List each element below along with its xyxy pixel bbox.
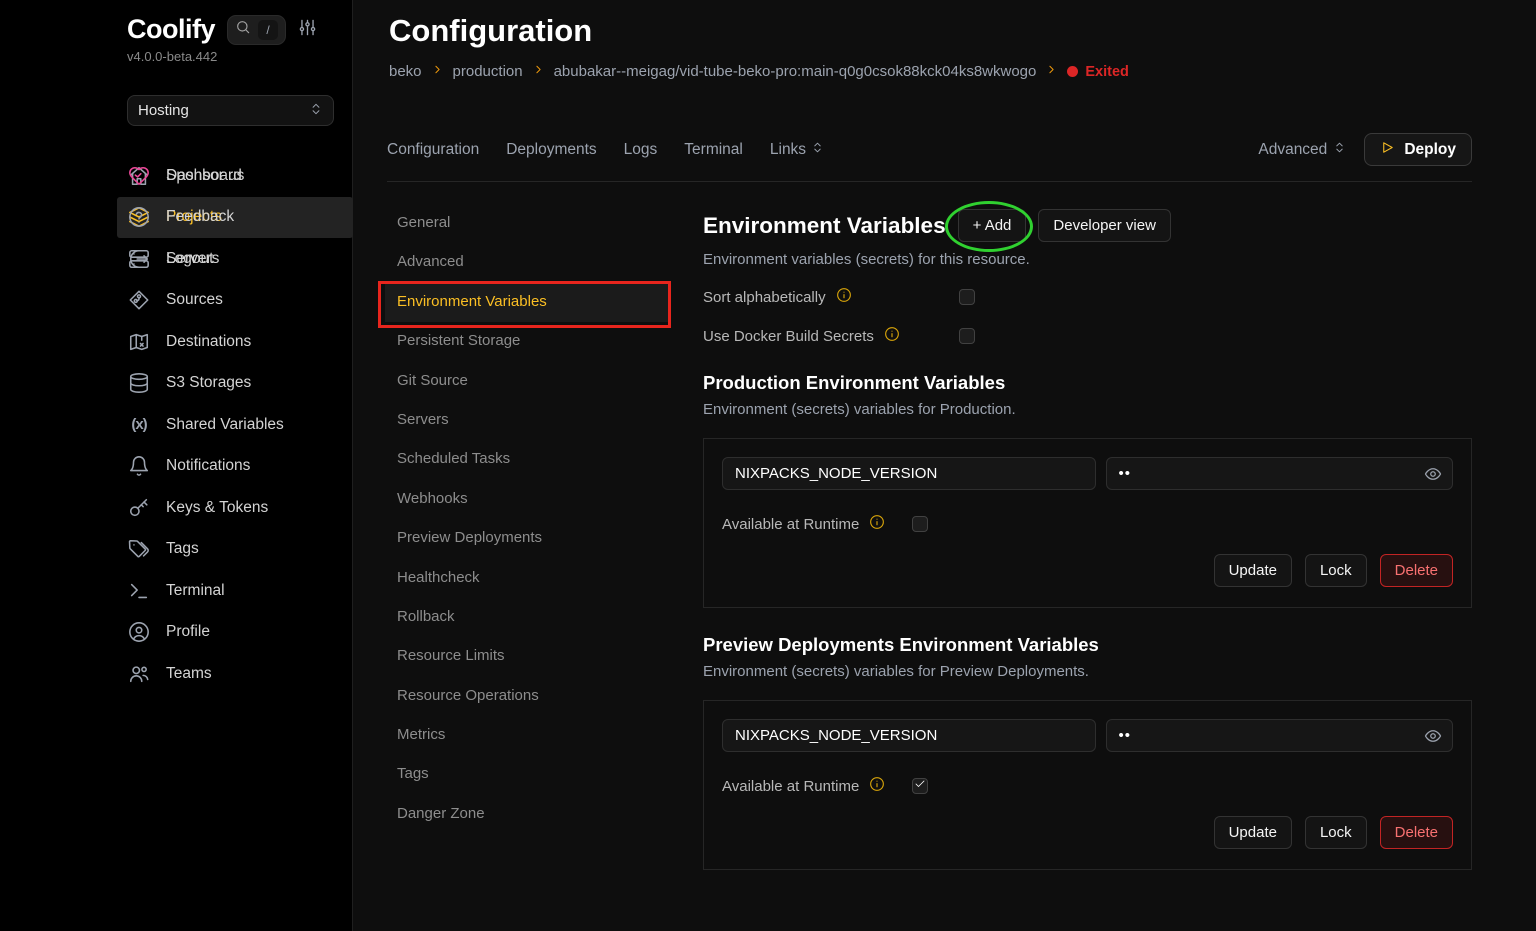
subnav-item-metrics[interactable]: Metrics bbox=[385, 716, 671, 755]
subnav-item-resource-limits[interactable]: Resource Limits bbox=[385, 637, 671, 676]
variable-value-input[interactable] bbox=[1106, 457, 1454, 490]
subnav-item-servers[interactable]: Servers bbox=[385, 401, 671, 440]
chevron-up-down-icon bbox=[811, 141, 824, 159]
lock-button[interactable]: Lock bbox=[1305, 554, 1367, 587]
search-icon bbox=[235, 19, 251, 40]
info-icon bbox=[836, 287, 852, 307]
section-title: Environment Variables bbox=[703, 213, 946, 239]
docker-build-secrets-checkbox[interactable] bbox=[959, 328, 975, 344]
chevron-right-icon bbox=[532, 63, 545, 80]
update-button[interactable]: Update bbox=[1214, 554, 1292, 587]
env-variables-panel: Environment Variables + Add Developer vi… bbox=[703, 205, 1472, 870]
tab-links[interactable]: Links bbox=[770, 141, 824, 159]
subnav-item-healthcheck[interactable]: Healthcheck bbox=[385, 559, 671, 598]
delete-button[interactable]: Delete bbox=[1380, 554, 1453, 587]
production-section-subtitle: Environment (secrets) variables for Prod… bbox=[703, 401, 1472, 418]
sidebar-footer: Sponsor us Feedback Logout bbox=[117, 155, 353, 925]
chevron-up-down-icon bbox=[309, 102, 323, 120]
subnav-item-general[interactable]: General bbox=[385, 204, 671, 243]
sidebar-item-sponsor-us[interactable]: Sponsor us bbox=[117, 155, 353, 197]
tab-deployments[interactable]: Deployments bbox=[506, 141, 596, 159]
subnav-item-resource-operations[interactable]: Resource Operations bbox=[385, 677, 671, 716]
subnav-item-scheduled-tasks[interactable]: Scheduled Tasks bbox=[385, 440, 671, 479]
play-icon bbox=[1380, 140, 1395, 160]
app-version: v4.0.0-beta.442 bbox=[127, 49, 217, 64]
subnav-item-advanced[interactable]: Advanced bbox=[385, 243, 671, 282]
heart-icon bbox=[128, 165, 150, 187]
tab-terminal[interactable]: Terminal bbox=[684, 141, 743, 159]
status-text: Exited bbox=[1085, 64, 1129, 80]
chevron-up-down-icon bbox=[1333, 141, 1346, 159]
sliders-icon[interactable] bbox=[298, 18, 317, 42]
status-badge: Exited bbox=[1067, 64, 1129, 80]
breadcrumb-environment[interactable]: production bbox=[453, 63, 523, 80]
deploy-button[interactable]: Deploy bbox=[1364, 133, 1472, 166]
delete-button[interactable]: Delete bbox=[1380, 816, 1453, 849]
subnav-item-rollback[interactable]: Rollback bbox=[385, 598, 671, 637]
breadcrumb-team[interactable]: beko bbox=[389, 63, 422, 80]
update-button[interactable]: Update bbox=[1214, 816, 1292, 849]
eye-icon[interactable] bbox=[1424, 465, 1442, 488]
variable-name-input[interactable] bbox=[722, 719, 1096, 752]
subnav-item-environment-variables[interactable]: Environment Variables bbox=[385, 283, 671, 322]
docker-build-secrets-label: Use Docker Build Secrets bbox=[703, 328, 874, 345]
available-at-runtime-checkbox[interactable] bbox=[912, 778, 928, 794]
team-select[interactable]: Hosting bbox=[127, 95, 334, 126]
eye-icon[interactable] bbox=[1424, 727, 1442, 750]
logout-icon bbox=[128, 248, 150, 270]
preview-variable-card: Available at Runtime Update Lock Delete bbox=[703, 700, 1472, 870]
sidebar-item-logout[interactable]: Logout bbox=[117, 238, 353, 280]
subnav-item-preview-deployments[interactable]: Preview Deployments bbox=[385, 519, 671, 558]
tab-logs[interactable]: Logs bbox=[624, 141, 658, 159]
status-dot bbox=[1067, 66, 1078, 77]
settings-subnav: General Advanced Environment Variables P… bbox=[385, 204, 671, 834]
variable-name-input[interactable] bbox=[722, 457, 1096, 490]
sort-alphabetically-label: Sort alphabetically bbox=[703, 289, 826, 306]
preview-section-subtitle: Environment (secrets) variables for Prev… bbox=[703, 663, 1472, 680]
variable-value-input[interactable] bbox=[1106, 719, 1454, 752]
advanced-select[interactable]: Advanced bbox=[1258, 141, 1346, 159]
info-icon bbox=[869, 514, 885, 534]
page-title: Configuration bbox=[389, 13, 592, 49]
help-circle-icon bbox=[128, 206, 150, 228]
tabbar-divider bbox=[387, 181, 1472, 182]
available-at-runtime-label: Available at Runtime bbox=[722, 516, 859, 533]
subnav-item-danger-zone[interactable]: Danger Zone bbox=[385, 795, 671, 834]
sort-alphabetically-checkbox[interactable] bbox=[959, 289, 975, 305]
available-at-runtime-checkbox[interactable] bbox=[912, 516, 928, 532]
tab-configuration[interactable]: Configuration bbox=[387, 141, 479, 159]
production-section-title: Production Environment Variables bbox=[703, 372, 1472, 394]
tab-bar: Configuration Deployments Logs Terminal … bbox=[387, 133, 1472, 166]
lock-button[interactable]: Lock bbox=[1305, 816, 1367, 849]
search-button[interactable]: / bbox=[227, 15, 286, 45]
section-subtitle: Environment variables (secrets) for this… bbox=[703, 251, 1472, 268]
breadcrumb: beko production abubakar--meigag/vid-tub… bbox=[389, 63, 1129, 80]
developer-view-button[interactable]: Developer view bbox=[1038, 209, 1171, 242]
breadcrumb-resource[interactable]: abubakar--meigag/vid-tube-beko-pro:main-… bbox=[554, 63, 1037, 80]
subnav-item-persistent-storage[interactable]: Persistent Storage bbox=[385, 322, 671, 361]
production-variable-card: Available at Runtime Update Lock Delete bbox=[703, 438, 1472, 608]
check-icon bbox=[914, 777, 926, 795]
chevron-right-icon bbox=[1045, 63, 1058, 80]
preview-section-title: Preview Deployments Environment Variable… bbox=[703, 634, 1472, 656]
sidebar: Coolify / v4.0.0-beta.442 Hosting Dashbo… bbox=[0, 0, 353, 931]
chevron-right-icon bbox=[431, 63, 444, 80]
sidebar-item-feedback[interactable]: Feedback bbox=[117, 197, 353, 239]
available-at-runtime-label: Available at Runtime bbox=[722, 778, 859, 795]
subnav-item-webhooks[interactable]: Webhooks bbox=[385, 480, 671, 519]
brand-logo: Coolify bbox=[127, 14, 215, 45]
info-icon bbox=[884, 326, 900, 346]
add-env-variable-button[interactable]: + Add bbox=[958, 209, 1027, 242]
info-icon bbox=[869, 776, 885, 796]
search-shortcut-key: / bbox=[258, 20, 278, 40]
subnav-item-tags[interactable]: Tags bbox=[385, 755, 671, 794]
subnav-item-git-source[interactable]: Git Source bbox=[385, 362, 671, 401]
